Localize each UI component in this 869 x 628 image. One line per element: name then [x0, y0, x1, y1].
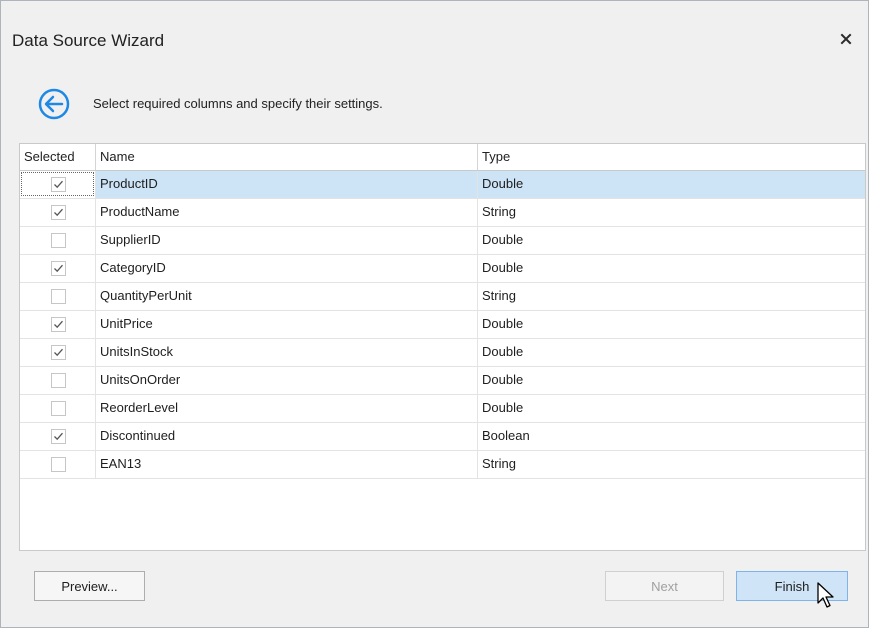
- back-button[interactable]: [37, 87, 71, 121]
- next-button[interactable]: Next: [605, 571, 724, 601]
- grid-body: ProductID Double ProductName String Supplier…: [20, 171, 865, 479]
- row-checkbox[interactable]: [51, 317, 66, 332]
- table-row[interactable]: ProductName String: [20, 199, 865, 227]
- row-checkbox[interactable]: [51, 373, 66, 388]
- name-cell[interactable]: ProductID: [96, 171, 478, 198]
- table-row[interactable]: UnitsInStock Double: [20, 339, 865, 367]
- name-cell[interactable]: ProductName: [96, 199, 478, 226]
- table-row[interactable]: UnitsOnOrder Double: [20, 367, 865, 395]
- name-cell[interactable]: EAN13: [96, 451, 478, 478]
- column-header-selected[interactable]: Selected: [20, 144, 96, 170]
- name-cell[interactable]: UnitPrice: [96, 311, 478, 338]
- selected-cell: [20, 199, 96, 226]
- footer: Preview... Next Finish: [1, 553, 868, 627]
- table-row[interactable]: EAN13 String: [20, 451, 865, 479]
- row-checkbox[interactable]: [51, 401, 66, 416]
- column-header-type[interactable]: Type: [478, 144, 865, 170]
- selected-cell: [20, 283, 96, 310]
- check-icon: [54, 208, 63, 217]
- column-header-name[interactable]: Name: [96, 144, 478, 170]
- row-checkbox[interactable]: [51, 205, 66, 220]
- row-checkbox[interactable]: [51, 457, 66, 472]
- name-cell[interactable]: UnitsOnOrder: [96, 367, 478, 394]
- name-cell[interactable]: Discontinued: [96, 423, 478, 450]
- table-row[interactable]: SupplierID Double: [20, 227, 865, 255]
- name-cell[interactable]: CategoryID: [96, 255, 478, 282]
- type-cell[interactable]: Double: [478, 367, 865, 394]
- table-row[interactable]: ReorderLevel Double: [20, 395, 865, 423]
- close-button[interactable]: [836, 29, 856, 49]
- type-cell[interactable]: Double: [478, 339, 865, 366]
- type-cell[interactable]: Double: [478, 311, 865, 338]
- type-cell[interactable]: Boolean: [478, 423, 865, 450]
- name-cell[interactable]: UnitsInStock: [96, 339, 478, 366]
- focus-rect: [21, 172, 94, 196]
- type-cell[interactable]: Double: [478, 171, 865, 198]
- type-cell[interactable]: Double: [478, 255, 865, 282]
- selected-cell: [20, 255, 96, 282]
- wizard-header: Select required columns and specify thei…: [1, 69, 868, 139]
- type-cell[interactable]: Double: [478, 227, 865, 254]
- check-icon: [54, 432, 63, 441]
- preview-button[interactable]: Preview...: [34, 571, 145, 601]
- type-cell[interactable]: String: [478, 199, 865, 226]
- row-checkbox[interactable]: [51, 261, 66, 276]
- table-row[interactable]: ProductID Double: [20, 171, 865, 199]
- instructions-text: Select required columns and specify thei…: [93, 96, 383, 111]
- row-checkbox[interactable]: [51, 429, 66, 444]
- check-icon: [54, 348, 63, 357]
- back-arrow-icon: [38, 88, 70, 120]
- type-cell[interactable]: String: [478, 451, 865, 478]
- selected-cell: [20, 395, 96, 422]
- title-bar: Data Source Wizard: [1, 1, 868, 69]
- grid-header: Selected Name Type: [20, 144, 865, 171]
- type-cell[interactable]: String: [478, 283, 865, 310]
- mouse-pointer-icon: [817, 582, 834, 608]
- selected-cell: [20, 311, 96, 338]
- columns-grid: Selected Name Type ProductID Double Produc…: [19, 143, 866, 551]
- close-icon: [840, 33, 852, 45]
- check-icon: [54, 320, 63, 329]
- selected-cell: [20, 171, 96, 198]
- selected-cell: [20, 423, 96, 450]
- name-cell[interactable]: ReorderLevel: [96, 395, 478, 422]
- row-checkbox[interactable]: [51, 233, 66, 248]
- selected-cell: [20, 227, 96, 254]
- table-row[interactable]: Discontinued Boolean: [20, 423, 865, 451]
- row-checkbox[interactable]: [51, 345, 66, 360]
- check-icon: [54, 264, 63, 273]
- table-row[interactable]: CategoryID Double: [20, 255, 865, 283]
- name-cell[interactable]: QuantityPerUnit: [96, 283, 478, 310]
- data-source-wizard-dialog: Data Source Wizard Select required colum…: [0, 0, 869, 628]
- selected-cell: [20, 367, 96, 394]
- name-cell[interactable]: SupplierID: [96, 227, 478, 254]
- table-row[interactable]: UnitPrice Double: [20, 311, 865, 339]
- window-title: Data Source Wizard: [12, 31, 165, 50]
- table-row[interactable]: QuantityPerUnit String: [20, 283, 865, 311]
- selected-cell: [20, 339, 96, 366]
- row-checkbox[interactable]: [51, 289, 66, 304]
- selected-cell: [20, 451, 96, 478]
- type-cell[interactable]: Double: [478, 395, 865, 422]
